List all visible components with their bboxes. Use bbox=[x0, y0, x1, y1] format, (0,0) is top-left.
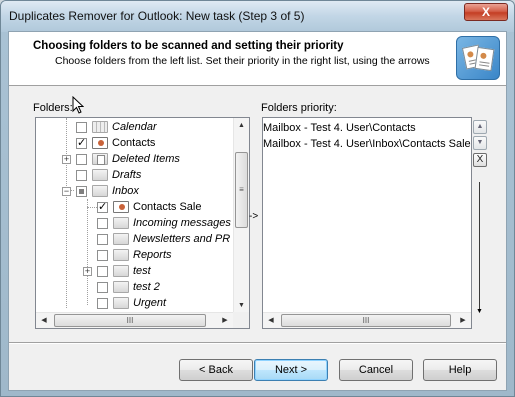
scroll-up-arrow-icon[interactable]: ▲ bbox=[234, 118, 249, 134]
folder-icon bbox=[113, 233, 129, 245]
tree-item-incoming-messages[interactable]: Incoming messages bbox=[97, 215, 231, 231]
tree-connector bbox=[87, 207, 97, 208]
priority-item[interactable]: Mailbox - Test 4. User\Contacts bbox=[263, 120, 416, 136]
remove-button[interactable]: X bbox=[473, 153, 487, 167]
tree-item-label: Urgent bbox=[133, 297, 167, 309]
folder-checkbox[interactable] bbox=[76, 121, 87, 133]
cancel-button[interactable]: Cancel bbox=[339, 359, 413, 381]
calendar-folder-icon bbox=[92, 121, 108, 133]
tree-item-label: Contacts Sale bbox=[133, 201, 202, 213]
scrollbar-corner bbox=[233, 312, 249, 328]
collapse-icon[interactable]: − bbox=[62, 186, 71, 196]
priority-slider-line[interactable] bbox=[479, 182, 480, 310]
priority-item[interactable]: Mailbox - Test 4. User\Inbox\Contacts Sa… bbox=[263, 136, 471, 152]
expand-icon[interactable]: + bbox=[62, 154, 71, 164]
folder-checkbox[interactable] bbox=[97, 249, 108, 261]
scroll-left-arrow-icon[interactable]: ◀ bbox=[263, 313, 279, 328]
folder-checkbox[interactable] bbox=[76, 136, 87, 149]
tree-item-test[interactable]: + test bbox=[83, 263, 151, 279]
folder-checkbox[interactable] bbox=[97, 200, 108, 213]
tree-item-deleted-items[interactable]: + Deleted Items bbox=[62, 151, 180, 167]
tree-item-contacts[interactable]: Contacts bbox=[76, 135, 155, 151]
wizard-window: Duplicates Remover for Outlook: New task… bbox=[0, 0, 515, 397]
tree-item-inbox[interactable]: − Inbox bbox=[62, 183, 139, 199]
folder-icon bbox=[113, 249, 129, 261]
step-title: Choosing folders to be scanned and setti… bbox=[33, 40, 344, 52]
next-button[interactable]: Next > bbox=[254, 359, 328, 381]
contacts-folder-icon bbox=[92, 137, 108, 149]
move-up-button[interactable]: ▲ bbox=[473, 120, 487, 134]
tree-item-label: test bbox=[133, 265, 151, 277]
title-bar[interactable]: Duplicates Remover for Outlook: New task… bbox=[1, 1, 514, 31]
folder-checkbox[interactable] bbox=[97, 233, 108, 245]
tree-item-label: Drafts bbox=[112, 169, 142, 181]
tree-item-test-2[interactable]: test 2 bbox=[97, 279, 160, 295]
folder-checkbox[interactable] bbox=[97, 217, 108, 229]
folder-icon bbox=[113, 265, 129, 277]
tree-connector bbox=[66, 118, 67, 308]
deleted-items-icon bbox=[92, 153, 108, 165]
tree-item-label: Incoming messages bbox=[133, 217, 231, 229]
scroll-left-arrow-icon[interactable]: ◀ bbox=[36, 313, 52, 328]
dialog-body: Choosing folders to be scanned and setti… bbox=[8, 31, 507, 391]
folders-label: Folders: bbox=[33, 102, 73, 114]
tree-item-contacts-sale[interactable]: Contacts Sale bbox=[97, 199, 201, 215]
tree-item-label: Reports bbox=[133, 249, 172, 261]
folder-checkbox[interactable] bbox=[97, 281, 108, 293]
folder-checkbox[interactable] bbox=[97, 297, 108, 309]
transfer-arrow: -> bbox=[249, 211, 259, 222]
folders-vertical-scrollbar[interactable]: ▲ ≡ ▼ bbox=[233, 118, 249, 314]
tree-item-label: Calendar bbox=[112, 121, 157, 133]
mouse-pointer-icon bbox=[72, 96, 84, 114]
folder-icon bbox=[113, 281, 129, 293]
contacts-folder-icon bbox=[113, 201, 129, 213]
tree-item-label: Deleted Items bbox=[112, 153, 180, 165]
tree-item-label: Contacts bbox=[112, 137, 156, 149]
wizard-header: Choosing folders to be scanned and setti… bbox=[9, 32, 506, 86]
document-icon bbox=[474, 46, 495, 72]
folder-checkbox[interactable] bbox=[76, 153, 87, 165]
tree-item-urgent[interactable]: Urgent bbox=[97, 295, 166, 311]
close-button[interactable]: X bbox=[464, 3, 508, 21]
scroll-right-arrow-icon[interactable]: ▶ bbox=[455, 313, 471, 328]
folder-icon bbox=[113, 297, 129, 309]
folder-checkbox[interactable] bbox=[76, 169, 87, 181]
tree-item-newsletters[interactable]: Newsletters and PR bbox=[97, 231, 230, 247]
folders-horizontal-scrollbar[interactable]: ◀ III ▶ bbox=[36, 312, 233, 328]
tree-item-drafts[interactable]: Drafts bbox=[76, 167, 141, 183]
scroll-thumb[interactable]: III bbox=[281, 314, 451, 327]
tree-item-label: Newsletters and PR bbox=[133, 233, 231, 245]
scroll-right-arrow-icon[interactable]: ▶ bbox=[217, 313, 233, 328]
help-button[interactable]: Help bbox=[423, 359, 497, 381]
scroll-thumb[interactable]: ≡ bbox=[235, 152, 248, 228]
priority-horizontal-scrollbar[interactable]: ◀ III ▶ bbox=[263, 312, 471, 328]
folders-priority-label: Folders priority: bbox=[261, 102, 337, 114]
folders-tree[interactable]: Calendar Contacts + Deleted Items Drafts… bbox=[35, 117, 250, 329]
step-description: Choose folders from the left list. Set t… bbox=[55, 55, 430, 67]
folder-icon bbox=[92, 169, 108, 181]
back-button[interactable]: < Back bbox=[179, 359, 253, 381]
tree-item-reports[interactable]: Reports bbox=[97, 247, 172, 263]
expand-icon[interactable]: + bbox=[83, 266, 92, 276]
window-title: Duplicates Remover for Outlook: New task… bbox=[9, 9, 305, 23]
folder-icon bbox=[113, 217, 129, 229]
scroll-thumb[interactable]: III bbox=[54, 314, 206, 327]
tree-connector bbox=[87, 199, 88, 305]
folder-checkbox[interactable] bbox=[76, 185, 87, 197]
tree-item-label: Inbox bbox=[112, 185, 139, 197]
priority-slider-arrow-icon[interactable]: ▼ bbox=[476, 308, 483, 315]
tree-item-calendar[interactable]: Calendar bbox=[76, 119, 157, 135]
folders-priority-list[interactable]: Mailbox - Test 4. User\Contacts Mailbox … bbox=[262, 117, 472, 329]
footer-separator bbox=[9, 342, 506, 344]
move-down-button[interactable]: ▼ bbox=[473, 136, 487, 150]
contacts-documents-icon bbox=[456, 36, 500, 80]
folder-checkbox[interactable] bbox=[97, 265, 108, 277]
folder-icon bbox=[92, 185, 108, 197]
tree-item-label: test 2 bbox=[133, 281, 160, 293]
